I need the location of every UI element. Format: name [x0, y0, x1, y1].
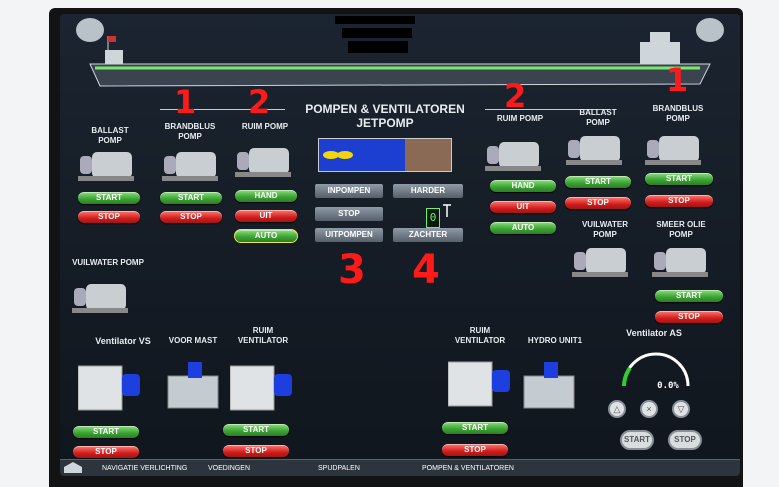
speed-percent: 0.0%	[657, 381, 679, 391]
ballast-left-start-button[interactable]: START	[78, 192, 140, 204]
pump-label-ballast-right: BALLAST POMP	[579, 108, 617, 127]
annotation-1-left: 1	[174, 83, 197, 121]
jetpomp-stop-button[interactable]: STOP	[315, 207, 383, 221]
ruim-vent-right-label: RUIM VENTILATOR	[454, 326, 506, 345]
pump-icon	[485, 142, 541, 171]
vent-vs-start-button[interactable]: START	[73, 426, 139, 438]
harder-button[interactable]: HARDER	[393, 184, 463, 198]
vent-vs-stop-button[interactable]: STOP	[73, 446, 139, 458]
brandblus-left-start-button[interactable]: START	[160, 192, 222, 204]
jetpomp-title: JETPOMP	[356, 116, 414, 130]
tab-spudpalen[interactable]: SPUDPALEN	[318, 462, 360, 476]
ruim-right-auto-button[interactable]: AUTO	[490, 222, 556, 234]
ruim-vent-right-stop-button[interactable]: STOP	[442, 444, 508, 456]
ruim-vent-left-start-button[interactable]: START	[223, 424, 289, 436]
ship-overview	[76, 16, 724, 87]
level-readout: 0	[426, 208, 440, 228]
uitpompen-button[interactable]: UITPOMPEN	[315, 228, 383, 242]
pump-label-vuilwater-left: VUILWATER POMP	[72, 258, 144, 267]
inpompen-button[interactable]: INPOMPEN	[315, 184, 383, 198]
zachter-button[interactable]: ZACHTER	[393, 228, 463, 242]
pump-label-ballast-left: BALLAST POMP	[91, 126, 129, 145]
voor-mast-label: VOOR MAST	[168, 336, 218, 345]
ruim-right-hand-button[interactable]: HAND	[490, 180, 556, 192]
eye-icon	[696, 18, 724, 42]
ruim-left-auto-button[interactable]: AUTO	[234, 229, 298, 243]
ruim-vent-right-start-button[interactable]: START	[442, 422, 508, 434]
ballast-left-stop-button[interactable]: STOP	[78, 211, 140, 223]
bulb-icon	[76, 18, 104, 42]
smeer-olie-start-button[interactable]: START	[655, 290, 723, 302]
pump-icon	[566, 136, 622, 165]
hmi-screen: POMPEN & VENTILATOREN JETPOMP BALLAST PO…	[60, 14, 740, 476]
text-cursor-icon	[443, 204, 451, 217]
close-icon[interactable]: ×	[640, 400, 658, 418]
fan-unit-icon	[78, 365, 140, 411]
tab-pompen-ventilatoren[interactable]: POMPEN & VENTILATOREN	[422, 462, 514, 476]
brandblus-right-stop-button[interactable]: STOP	[645, 195, 713, 207]
ruim-left-uit-button[interactable]: UIT	[235, 210, 297, 222]
home-icon[interactable]	[60, 461, 86, 475]
jetpomp-level-bar	[318, 138, 452, 172]
propeller-icon	[323, 151, 353, 159]
vent-as-start-button[interactable]: START	[620, 430, 654, 450]
pump-icon	[72, 284, 128, 313]
pump-label-smeer-olie: SMEER OLIE POMP	[656, 220, 706, 239]
pump-label-brandblus-left: BRANDBLUS POMP	[164, 122, 216, 141]
pump-icon	[652, 248, 708, 277]
pump-icon	[162, 152, 218, 181]
smeer-olie-stop-button[interactable]: STOP	[655, 311, 723, 323]
ruim-right-uit-button[interactable]: UIT	[490, 201, 556, 213]
brandblus-left-stop-button[interactable]: STOP	[160, 211, 222, 223]
annotation-2-left: 2	[248, 83, 271, 121]
hydraulic-unit-icon	[523, 362, 575, 409]
tab-navigatie-verlichting[interactable]: NAVIGATIE VERLICHTING	[102, 462, 187, 476]
annotation-2-right: 2	[504, 77, 527, 115]
ballast-right-start-button[interactable]: START	[565, 176, 631, 188]
ruim-vent-left-label: RUIM VENTILATOR	[237, 326, 289, 345]
pump-label-vuilwater-right: VUILWATER POMP	[581, 220, 629, 239]
annotation-3: 3	[338, 247, 366, 293]
page-title: POMPEN & VENTILATOREN	[305, 102, 465, 116]
ballast-right-stop-button[interactable]: STOP	[565, 197, 631, 209]
vent-as-stop-button[interactable]: STOP	[668, 430, 702, 450]
fan-unit-icon	[448, 361, 510, 407]
pump-label-brandblus-right: BRANDBLUS POMP	[652, 104, 704, 123]
pump-icon	[78, 152, 134, 181]
tab-voedingen[interactable]: VOEDINGEN	[208, 462, 250, 476]
ventilator-as-title: Ventilator AS	[626, 328, 682, 338]
ruim-left-hand-button[interactable]: HAND	[235, 190, 297, 202]
annotation-1-right: 1	[666, 61, 689, 99]
pump-icon	[645, 136, 701, 165]
pump-label-ruim-left: RUIM POMP	[241, 122, 289, 131]
hydraulic-unit-icon	[167, 362, 219, 409]
decrease-icon[interactable]: ▽	[672, 400, 690, 418]
pump-icon	[572, 248, 628, 277]
pump-label-ruim-right: RUIM POMP	[496, 114, 544, 123]
brandblus-right-start-button[interactable]: START	[645, 173, 713, 185]
increase-icon[interactable]: △	[608, 400, 626, 418]
hydro-unit-label: HYDRO UNIT1	[527, 336, 583, 345]
annotation-4: 4	[412, 247, 440, 293]
fan-unit-icon	[230, 365, 292, 411]
pump-icon	[235, 148, 291, 177]
ruim-vent-left-stop-button[interactable]: STOP	[223, 445, 289, 457]
